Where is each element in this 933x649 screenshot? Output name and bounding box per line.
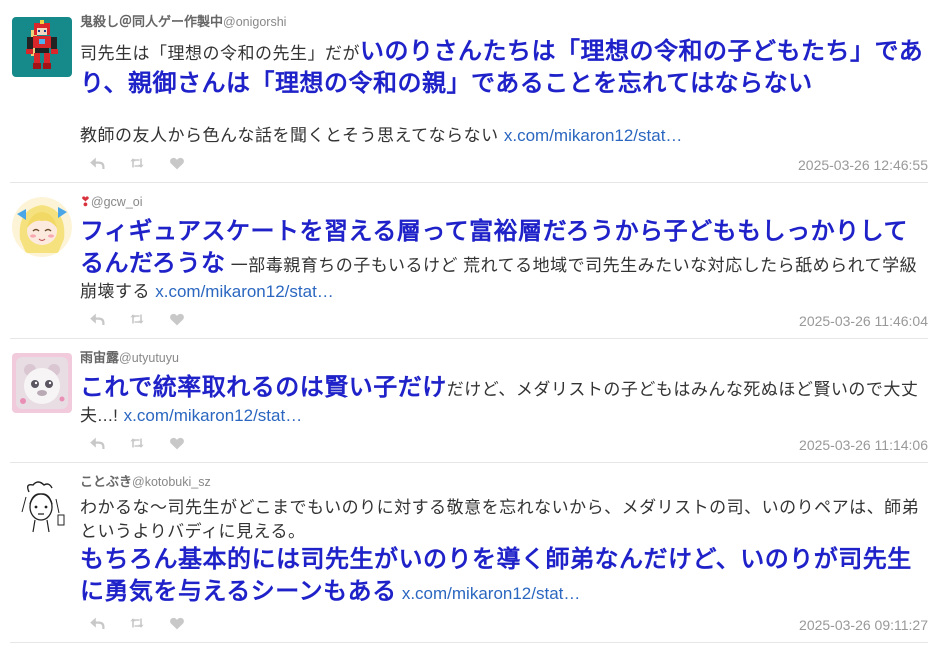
tweet-link[interactable]: x.com/mikaron12/stat… [124,406,303,425]
tweet-text-segment: 教師の友人から色んな話を聞くとそう思えてならない [80,126,499,145]
tweet-timestamp[interactable]: 2025-03-26 11:14:06 [799,436,928,454]
tweet-actions [80,435,209,451]
author-name[interactable]: 雨宙露 [80,350,119,365]
tweet-text: わかるな～司先生がどこまでもいのりに対する敬意を忘れないから、メダリストの司、い… [80,496,928,608]
tweet-text: 司先生は「理想の令和の先生」だがいのりさんたちは「理想の令和の子どもたち」であり… [80,36,928,148]
tweet-text-segment: わかるな～司先生がどこまでもいのりに対する敬意を忘れないから、メダリストの司、い… [80,498,920,541]
tweet-actions [80,311,209,327]
tweet-footer: 2025-03-26 11:14:06 [80,433,928,453]
tweet-item: ことぶき@kotobuki_sz わかるな～司先生がどこまでもいのりに対する敬意… [10,463,928,643]
tweet-footer: 2025-03-26 12:46:55 [80,153,928,173]
avatar-image [12,17,72,77]
author-handle[interactable]: @utyutuyu [119,351,179,365]
tweet-text-segment: 司先生は「理想の令和の先生」だが [80,44,360,63]
author-name[interactable]: 鬼殺し＠同人ゲー作製中 [80,14,223,29]
retweet-icon[interactable] [129,155,145,171]
tweet-list: 鬼殺し＠同人ゲー作製中@onigorshi 司先生は「理想の令和の先生」だがいの… [0,0,933,643]
tweet-timestamp[interactable]: 2025-03-26 12:46:55 [798,156,928,174]
avatar[interactable] [12,197,72,257]
tweet-link[interactable]: x.com/mikaron12/stat… [504,126,683,145]
heart-icon[interactable] [169,155,185,171]
retweet-icon[interactable] [129,435,145,451]
tweet-author: ことぶき@kotobuki_sz [80,474,928,490]
tweet-content: ことぶき@kotobuki_sz わかるな～司先生がどこまでもいのりに対する敬意… [80,474,928,633]
tweet-item: 雨宙露@utyutuyu これで統率取れるのは賢い子だけだけど、メダリストの子ど… [10,339,928,463]
highlight-text: これで統率取れるのは賢い子だけ [80,374,447,401]
tweet-actions [80,155,209,171]
tweet-author: 鬼殺し＠同人ゲー作製中@onigorshi [80,14,928,30]
tweet-content: 鬼殺し＠同人ゲー作製中@onigorshi 司先生は「理想の令和の先生」だがいの… [80,14,928,173]
heart-icon[interactable] [169,311,185,327]
tweet-footer: 2025-03-26 09:11:27 [80,613,928,633]
tweet-link[interactable]: x.com/mikaron12/stat… [155,282,334,301]
tweet-text: これで統率取れるのは賢い子だけだけど、メダリストの子どもはみんな死ぬほど賢いので… [80,372,928,428]
tweet-link[interactable]: x.com/mikaron12/stat… [402,584,581,603]
tweet-actions [80,615,209,631]
heart-icon[interactable] [169,435,185,451]
avatar-image [12,353,72,413]
author-name[interactable]: ❣ [80,194,91,209]
tweet-author: ❣@gcw_oi [80,194,928,210]
tweet-timestamp[interactable]: 2025-03-26 11:46:04 [799,312,928,330]
author-name[interactable]: ことぶき [80,474,132,489]
avatar-image [12,197,72,257]
reply-icon[interactable] [89,615,105,631]
reply-icon[interactable] [89,435,105,451]
author-handle[interactable]: @gcw_oi [91,195,143,209]
author-handle[interactable]: @onigorshi [223,15,286,29]
tweet-item: ❣@gcw_oi フィギュアスケートを習える層って富裕層だろうから子どももしっか… [10,183,928,339]
tweet-author: 雨宙露@utyutuyu [80,350,928,366]
tweet-timestamp[interactable]: 2025-03-26 09:11:27 [799,616,928,634]
retweet-icon[interactable] [129,615,145,631]
heart-icon[interactable] [169,615,185,631]
reply-icon[interactable] [89,311,105,327]
tweet-text: フィギュアスケートを習える層って富裕層だろうから子どももしっかりしてるんだろうな… [80,216,928,304]
tweet-content: ❣@gcw_oi フィギュアスケートを習える層って富裕層だろうから子どももしっか… [80,194,928,329]
tweet-item: 鬼殺し＠同人ゲー作製中@onigorshi 司先生は「理想の令和の先生」だがいの… [10,3,928,183]
avatar[interactable] [12,477,72,537]
avatar[interactable] [12,17,72,77]
tweet-footer: 2025-03-26 11:46:04 [80,309,928,329]
avatar-image [12,477,72,537]
author-handle[interactable]: @kotobuki_sz [132,475,211,489]
tweet-content: 雨宙露@utyutuyu これで統率取れるのは賢い子だけだけど、メダリストの子ど… [80,350,928,453]
avatar[interactable] [12,353,72,413]
retweet-icon[interactable] [129,311,145,327]
reply-icon[interactable] [89,155,105,171]
